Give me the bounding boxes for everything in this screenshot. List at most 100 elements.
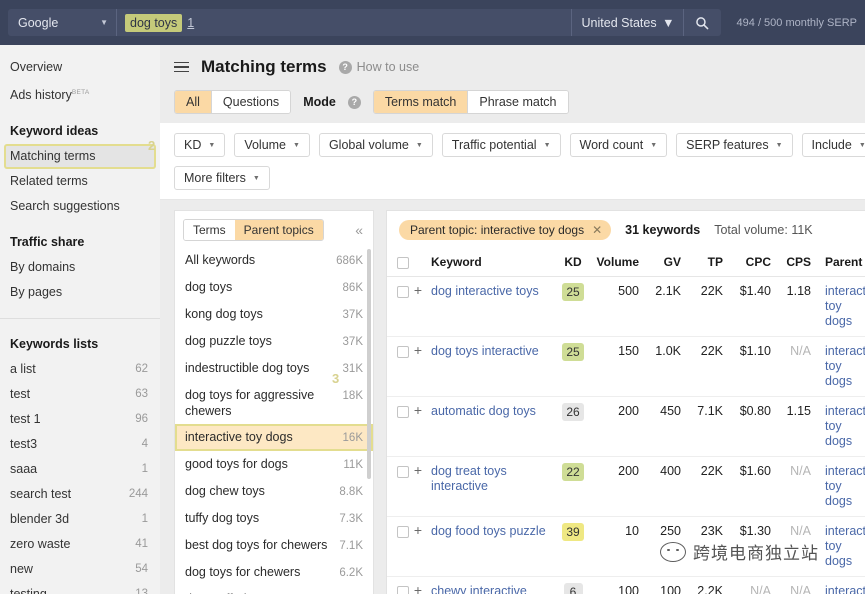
term-list-item[interactable]: good toys for dogs 11K (175, 451, 373, 478)
tab-all[interactable]: All (175, 91, 212, 113)
filter-button-more-filters[interactable]: More filters ▼ (174, 166, 270, 190)
keyword-list-item[interactable]: test3 4 (0, 432, 160, 457)
term-list-item[interactable]: kong dog toys 37K (175, 301, 373, 328)
row-checkbox[interactable] (397, 585, 409, 594)
column-kd[interactable]: KD (555, 249, 591, 277)
row-checkbox-cell[interactable] (387, 396, 409, 457)
keyword-list-item[interactable]: new 54 (0, 557, 160, 582)
expand-row-button[interactable]: + (409, 276, 427, 337)
keyword-list-item[interactable]: zero waste 41 (0, 532, 160, 557)
tab-questions[interactable]: Questions (211, 91, 291, 113)
chevron-double-left-icon[interactable]: « (355, 222, 365, 238)
search-button[interactable] (682, 9, 721, 36)
select-all-checkbox[interactable] (397, 256, 409, 269)
cell-keyword[interactable]: dog food toys puzzle (427, 516, 555, 577)
table-row[interactable]: + dog interactive toys 25 500 2.1K 22K $1.40 1.… (387, 276, 865, 337)
table-row[interactable]: + dog treat toys interactive 22 200 400 22K $1… (387, 456, 865, 517)
tab-terms[interactable]: Terms (184, 220, 235, 240)
question-mark-icon[interactable]: ? (347, 95, 361, 109)
filter-button-kd[interactable]: KD ▼ (174, 133, 226, 157)
keyword-list-item[interactable]: testing 13 (0, 582, 160, 594)
filter-button-serp-features[interactable]: SERP features ▼ (676, 133, 793, 157)
filter-button-volume[interactable]: Volume ▼ (234, 133, 310, 157)
row-checkbox-cell[interactable] (387, 576, 409, 594)
cell-keyword[interactable]: dog toys interactive (427, 336, 555, 397)
row-checkbox[interactable] (397, 345, 409, 358)
filter-button-traffic-potential[interactable]: Traffic potential ▼ (441, 133, 561, 157)
how-to-use-link[interactable]: ? How to use (338, 60, 419, 74)
term-list-item[interactable]: indestructible dog toys 31K (175, 355, 373, 382)
term-list-item[interactable]: All keywords 686K (175, 247, 373, 274)
expand-row-button[interactable]: + (409, 576, 427, 594)
expand-row-button[interactable]: + (409, 516, 427, 577)
tab-phrase-match[interactable]: Phrase match (468, 91, 568, 113)
expand-row-button[interactable]: + (409, 396, 427, 457)
cell-parent-topic[interactable]: interactive toy dogs (815, 396, 865, 457)
cell-keyword[interactable]: dog treat toys interactive (427, 456, 555, 517)
column-keyword[interactable]: Keyword (427, 249, 555, 277)
table-row[interactable]: + dog food toys puzzle 39 10 250 23K $1.30 N/A i… (387, 516, 865, 577)
row-checkbox-cell[interactable] (387, 456, 409, 517)
tab-parent-topics[interactable]: Parent topics (234, 220, 323, 240)
term-list-item[interactable]: dog stuffed toys5.9K (175, 586, 373, 594)
row-checkbox-cell[interactable] (387, 336, 409, 397)
column-cpc[interactable]: CPC (727, 249, 775, 277)
country-select[interactable]: United States ▼ (570, 9, 683, 36)
select-all-header[interactable] (387, 249, 409, 277)
column-volume[interactable]: Volume (591, 249, 643, 277)
cell-parent-topic[interactable]: interactive toy dogs (815, 576, 865, 594)
parent-topic-filter-chip[interactable]: Parent topic: interactive toy dogs ✕ (399, 220, 612, 240)
term-list-item[interactable]: dog toys 86K (175, 274, 373, 301)
cell-parent-topic[interactable]: interactive toy dogs (815, 276, 865, 337)
sidebar-item-ads-history[interactable]: Ads historyBETA (0, 80, 160, 108)
sidebar-item-matching-terms[interactable]: Matching terms (4, 144, 156, 170)
keyword-list-item[interactable]: a list 62 (0, 357, 160, 382)
row-checkbox[interactable] (397, 525, 409, 538)
cell-keyword[interactable]: dog interactive toys (427, 276, 555, 337)
cell-parent-topic[interactable]: interactive toy dogs (815, 456, 865, 517)
term-list-item[interactable]: best dog toys for chewers 7.1K (175, 532, 373, 559)
row-checkbox[interactable] (397, 405, 409, 418)
term-list-item[interactable]: dog toys for aggressive chewers 18K (175, 382, 373, 424)
term-list-item[interactable]: interactive toy dogs 16K (175, 424, 373, 451)
keyword-input[interactable]: dog toys 1 (117, 9, 571, 36)
tab-terms-match[interactable]: Terms match (373, 91, 469, 113)
cell-parent-topic[interactable]: interactive toy dogs (815, 516, 865, 577)
column-tp[interactable]: TP (685, 249, 727, 277)
keyword-list-item[interactable]: test 1 96 (0, 407, 160, 432)
keyword-list-item[interactable]: test 63 (0, 382, 160, 407)
term-list-item[interactable]: tuffy dog toys 7.3K (175, 505, 373, 532)
filter-button-word-count[interactable]: Word count ▼ (569, 133, 668, 157)
table-row[interactable]: +chewy interactive dog toys61001002.2KN/… (387, 576, 865, 594)
column-cps[interactable]: CPS (775, 249, 815, 277)
term-list-item[interactable]: dog puzzle toys 37K (175, 328, 373, 355)
keyword-list-item[interactable]: saaa 1 (0, 457, 160, 482)
term-list-item[interactable]: dog chew toys 8.8K (175, 478, 373, 505)
expand-row-button[interactable]: + (409, 336, 427, 397)
cell-parent-topic[interactable]: interactive toy dogs (815, 336, 865, 397)
filter-button-include[interactable]: Include ▼ (801, 133, 865, 157)
row-checkbox[interactable] (397, 285, 409, 298)
sidebar-item-related-terms[interactable]: Related terms (0, 169, 160, 194)
expand-row-button[interactable]: + (409, 456, 427, 517)
row-checkbox-cell[interactable] (387, 276, 409, 337)
sidebar-item-by-pages[interactable]: By pages (0, 280, 160, 305)
sidebar-item-by-domains[interactable]: By domains (0, 255, 160, 280)
column-gv[interactable]: GV (643, 249, 685, 277)
hamburger-menu-icon[interactable] (174, 61, 189, 73)
terms-scrollbar[interactable] (367, 249, 371, 479)
keyword-list-item[interactable]: blender 3d 1 (0, 507, 160, 532)
row-checkbox-cell[interactable] (387, 516, 409, 577)
cell-keyword[interactable]: automatic dog toys (427, 396, 555, 457)
cell-keyword[interactable]: chewy interactive dog toys (427, 576, 555, 594)
filter-button-global-volume[interactable]: Global volume ▼ (318, 133, 433, 157)
table-row[interactable]: + automatic dog toys 26 200 450 7.1K $0.80 1.15… (387, 396, 865, 457)
row-checkbox[interactable] (397, 465, 409, 478)
sidebar-item-search-suggestions[interactable]: Search suggestions (0, 194, 160, 219)
keyword-list-item[interactable]: search test 244 (0, 482, 160, 507)
close-icon[interactable]: ✕ (592, 223, 602, 237)
column-parent-topic[interactable]: Parent topic ▼ (815, 249, 865, 277)
term-list-item[interactable]: dog toys for chewers 6.2K (175, 559, 373, 586)
search-engine-select[interactable]: Google ▼ (8, 9, 116, 36)
sidebar-item-overview[interactable]: Overview (0, 55, 160, 80)
